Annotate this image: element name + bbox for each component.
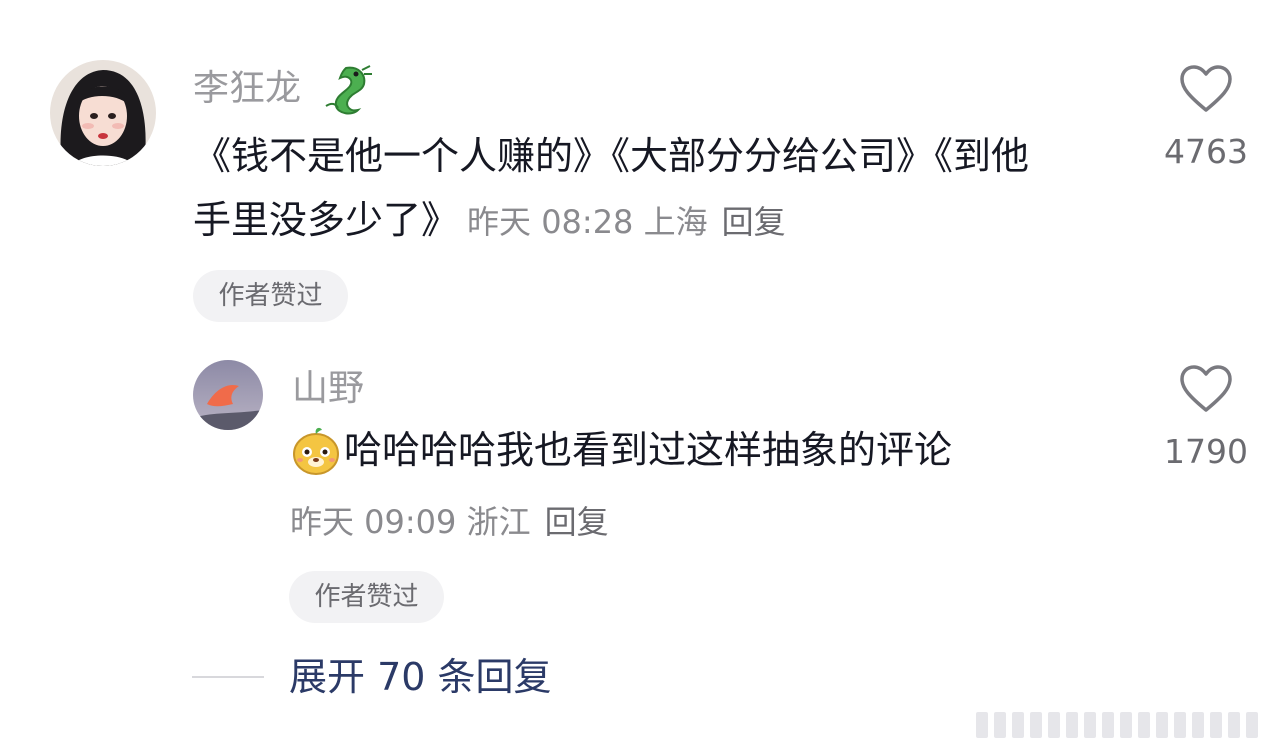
commenter-username[interactable]: 李狂龙 — [193, 64, 301, 114]
reply-meta: 昨天 09:09 浙江 — [290, 503, 531, 541]
avatar-replier[interactable] — [193, 360, 263, 430]
comment-meta: 昨天 08:28 上海 — [467, 203, 708, 241]
avatar-image — [50, 60, 156, 166]
avatar-image — [193, 360, 263, 430]
comment-like-count: 4763 — [1164, 132, 1248, 171]
mascot-sticker-icon — [290, 424, 342, 476]
heart-outline-icon — [1179, 364, 1233, 418]
replier-username[interactable]: 山野 — [292, 364, 364, 414]
comment-text-line-2: 手里没多少了》 — [193, 198, 460, 242]
comment-like-button[interactable]: 4763 — [1160, 64, 1252, 171]
avatar-commenter[interactable] — [50, 60, 156, 166]
dragon-emoji-icon — [318, 62, 374, 116]
reply-like-button[interactable]: 1790 — [1160, 364, 1252, 471]
expand-replies-button[interactable]: 展开 70 条回复 — [289, 652, 552, 702]
watermark-strip — [976, 712, 1258, 738]
author-liked-badge: 作者赞过 — [193, 270, 348, 322]
reply-text: 哈哈哈哈我也看到过这样抽象的评论 — [344, 428, 953, 472]
expand-divider — [192, 676, 264, 678]
heart-outline-icon — [1179, 64, 1233, 118]
comment-text-line-1: 《钱不是他一个人赚的》《大部分分给公司》《到他 — [193, 134, 1030, 178]
reply-reply-button[interactable]: 回复 — [545, 497, 609, 547]
author-liked-badge: 作者赞过 — [289, 571, 444, 623]
reply-like-count: 1790 — [1164, 432, 1248, 471]
comment-reply-button[interactable]: 回复 — [722, 196, 786, 248]
